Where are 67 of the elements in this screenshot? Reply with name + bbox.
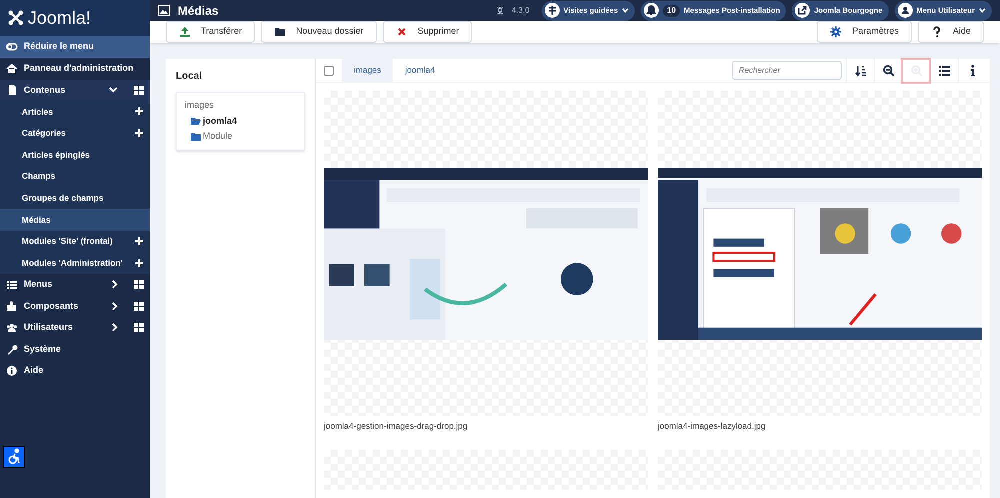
bell-icon (645, 4, 658, 17)
sidebar-item[interactable]: Menus (0, 274, 150, 296)
sidebar-item[interactable]: Utilisateurs (0, 317, 150, 339)
sidebar-item[interactable]: Articles épinglés (0, 144, 150, 166)
plus-icon[interactable] (135, 258, 144, 268)
accessibility-icon[interactable] (3, 446, 25, 468)
sidebar-item[interactable]: Contenus (0, 80, 150, 102)
wrench-icon (6, 344, 18, 356)
count-badge: 10 (663, 4, 680, 16)
dashboard-icon (134, 302, 144, 311)
puzzle-icon (6, 300, 18, 312)
sidebar-item[interactable]: Médias (0, 209, 150, 231)
sidebar-item[interactable]: Système (0, 338, 150, 360)
select-all-checkbox[interactable] (324, 66, 334, 76)
zoom-out-icon (882, 64, 894, 76)
plus-icon[interactable] (135, 237, 144, 246)
page-title: Médias (178, 2, 219, 20)
sidebar-item[interactable]: Champs (0, 166, 150, 188)
tree-folder[interactable]: Module (191, 130, 296, 144)
open-folder-icon (191, 117, 201, 126)
toolbar-button[interactable]: Aide (918, 21, 984, 43)
help-icon (930, 26, 943, 38)
sidebar-item[interactable]: Modules 'Administration' (0, 252, 150, 274)
command-icon (496, 7, 504, 14)
toolbar-button[interactable]: Paramètres (817, 21, 912, 43)
dashboard-icon (134, 280, 144, 290)
sidebar-item[interactable]: Catégories (0, 122, 150, 144)
search-field[interactable]: Rechercher (732, 61, 842, 80)
sidebar-item[interactable]: Panneau d'administration (0, 58, 150, 80)
sidebar-item[interactable]: Groupes de champs (0, 188, 150, 210)
toolbar-button[interactable]: Nouveau dossier (261, 21, 377, 43)
version-label: 4.3.0 (512, 4, 530, 16)
plus-icon[interactable] (135, 129, 144, 138)
folder-icon (191, 132, 201, 141)
toolbar-button[interactable]: Transférer (166, 21, 256, 43)
logo-text: Joomla! (28, 6, 92, 30)
home-icon (6, 62, 18, 75)
list-icon (6, 278, 18, 291)
sidebar-item[interactable]: Articles (0, 101, 150, 123)
image-icon (158, 5, 170, 16)
document-icon (6, 84, 18, 96)
toggle-icon (6, 43, 18, 51)
tree-root[interactable]: images (185, 99, 296, 112)
collapse-menu-button[interactable]: Réduire le menu (0, 36, 150, 58)
upload-icon (179, 26, 191, 38)
breadcrumb-link[interactable]: images (342, 59, 394, 82)
external-link-icon (796, 4, 810, 17)
file-name[interactable]: joomla4-gestion-images-drag-drop.jpg (324, 416, 648, 440)
folder-icon (274, 26, 286, 38)
sort-icon (854, 64, 866, 76)
users-icon (6, 322, 18, 334)
list-icon (938, 64, 950, 76)
sidebar-item[interactable]: Modules 'Site' (frontal) (0, 230, 150, 252)
dashboard-icon (134, 86, 144, 95)
toolbar-button[interactable]: Supprimer (382, 21, 472, 43)
section-title: Local (176, 70, 204, 84)
file-name[interactable]: joomla4-images-lazyload.jpg (658, 416, 982, 440)
joomla-logo-icon (8, 10, 24, 26)
settings-icon (830, 26, 842, 38)
sidebar-item[interactable]: Composants (0, 296, 150, 318)
tree-folder[interactable]: joomla4 (191, 114, 296, 128)
dashboard-icon (134, 323, 144, 332)
close-icon (396, 26, 408, 38)
sidebar-item[interactable]: Aide (0, 360, 150, 382)
breadcrumb-link[interactable]: joomla4 (393, 59, 448, 82)
plus-icon[interactable] (135, 107, 144, 116)
info-icon (6, 365, 18, 378)
